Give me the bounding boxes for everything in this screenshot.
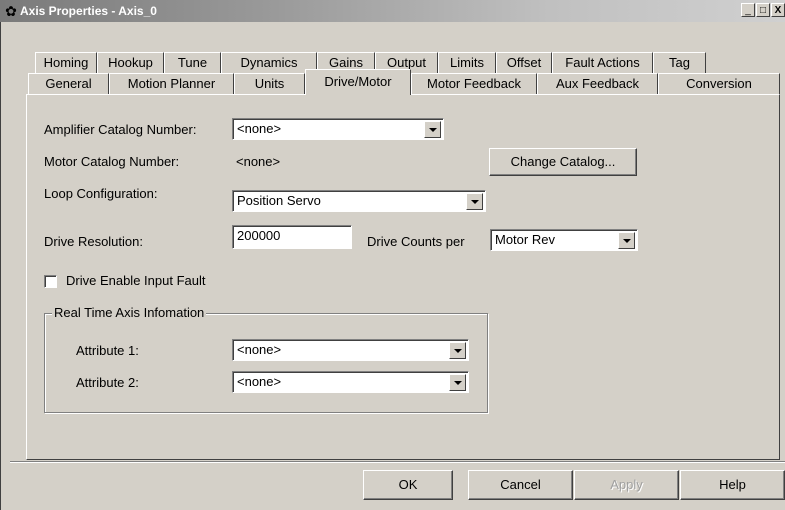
change-catalog-button[interactable]: Change Catalog...: [489, 148, 637, 176]
bottom-separator: [10, 461, 785, 463]
minimize-button[interactable]: _: [741, 3, 755, 17]
maximize-button[interactable]: □: [756, 3, 770, 17]
tab-limits[interactable]: Limits: [438, 52, 496, 73]
tab-motion-planner[interactable]: Motion Planner: [109, 73, 234, 94]
motor-catalog-value: <none>: [236, 154, 281, 169]
loop-config-value: Position Servo: [237, 193, 321, 208]
drive-enable-fault-checkbox[interactable]: [44, 275, 57, 288]
attribute2-select[interactable]: <none>: [232, 371, 469, 393]
attribute1-value: <none>: [237, 342, 282, 357]
tab-aux-feedback[interactable]: Aux Feedback: [537, 73, 658, 94]
title-bar: ✿ Axis Properties - Axis_0 _ □ X: [0, 0, 785, 22]
tab-hookup[interactable]: Hookup: [97, 52, 164, 73]
gear-icon: ✿: [5, 3, 17, 19]
amp-catalog-select[interactable]: <none>: [232, 118, 444, 140]
ok-button[interactable]: OK: [363, 470, 453, 500]
chevron-down-icon[interactable]: [449, 342, 466, 359]
realtime-group-title: Real Time Axis Infomation: [52, 305, 207, 321]
amp-catalog-value: <none>: [237, 121, 282, 136]
drive-resolution-label: Drive Resolution:: [44, 234, 143, 249]
tab-dynamics[interactable]: Dynamics: [221, 52, 317, 73]
chevron-down-icon[interactable]: [466, 193, 483, 210]
drive-counts-select[interactable]: Motor Rev: [490, 229, 638, 251]
tab-motor-feedback[interactable]: Motor Feedback: [411, 73, 537, 94]
attribute2-label: Attribute 2:: [76, 375, 139, 390]
drive-enable-fault-label: Drive Enable Input Fault: [66, 273, 206, 288]
tab-tag[interactable]: Tag: [653, 52, 706, 73]
loop-config-label: Loop Configuration:: [44, 186, 158, 201]
drive-resolution-value: 200000: [237, 228, 281, 243]
loop-config-select[interactable]: Position Servo: [232, 190, 486, 212]
window-left-border: [0, 22, 1, 510]
tab-drive-motor[interactable]: Drive/Motor: [305, 69, 411, 95]
window-title: Axis Properties - Axis_0: [20, 4, 157, 18]
tab-general[interactable]: General: [28, 73, 109, 94]
chevron-down-icon[interactable]: [449, 374, 466, 391]
tab-tune[interactable]: Tune: [164, 52, 221, 73]
help-button[interactable]: Help: [680, 470, 785, 500]
chevron-down-icon[interactable]: [424, 121, 441, 138]
cancel-button[interactable]: Cancel: [468, 470, 573, 500]
drive-counts-label: Drive Counts per: [367, 234, 465, 249]
attribute1-label: Attribute 1:: [76, 343, 139, 358]
tab-units[interactable]: Units: [234, 73, 305, 94]
apply-button[interactable]: Apply: [574, 470, 679, 500]
tab-fault-actions[interactable]: Fault Actions: [552, 52, 653, 73]
tab-row-front: General Motion Planner Units Drive/Motor…: [28, 69, 785, 95]
tab-conversion[interactable]: Conversion: [658, 73, 780, 94]
tab-homing[interactable]: Homing: [35, 52, 97, 73]
motor-catalog-label: Motor Catalog Number:: [44, 154, 180, 169]
realtime-axis-groupbox: [44, 313, 488, 413]
close-button[interactable]: X: [771, 3, 785, 17]
drive-counts-value: Motor Rev: [495, 232, 555, 247]
attribute1-select[interactable]: <none>: [232, 339, 469, 361]
amp-catalog-label: Amplifier Catalog Number:: [44, 122, 197, 137]
attribute2-value: <none>: [237, 374, 282, 389]
chevron-down-icon[interactable]: [618, 232, 635, 249]
drive-resolution-input[interactable]: 200000: [232, 225, 352, 249]
tab-offset[interactable]: Offset: [496, 52, 552, 73]
